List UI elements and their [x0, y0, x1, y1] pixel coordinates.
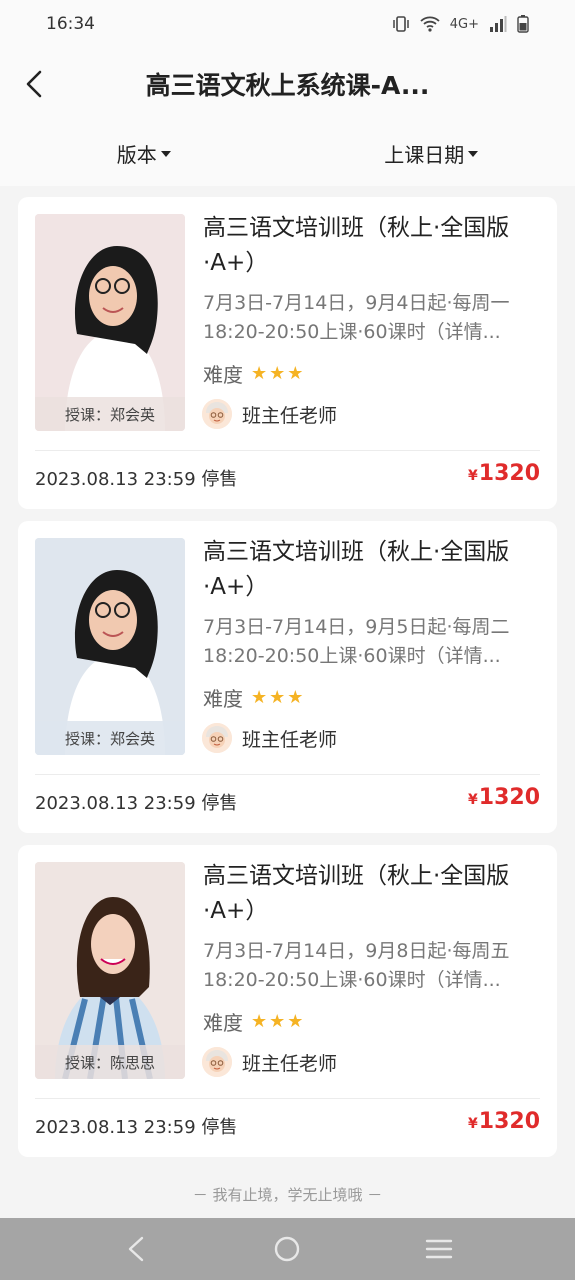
difficulty-label: 难度	[203, 1011, 243, 1035]
head-teacher-avatar	[202, 399, 232, 429]
difficulty-label: 难度	[203, 687, 243, 711]
star-icon: ★	[269, 686, 286, 708]
teacher-avatar-icon	[202, 1047, 232, 1077]
difficulty-stars: ★ ★ ★	[251, 362, 304, 384]
signal-icon	[490, 16, 507, 32]
teacher-avatar-icon	[202, 723, 232, 753]
price: ¥ 1320	[468, 461, 540, 486]
difficulty-stars: ★ ★ ★	[251, 1010, 304, 1032]
system-nav-bar	[0, 1218, 575, 1280]
star-icon: ★	[251, 1010, 268, 1032]
vibrate-icon	[393, 16, 409, 32]
system-back-button[interactable]	[106, 1224, 166, 1274]
head-teacher-label: 班主任老师	[242, 1052, 338, 1075]
status-icons: 4G+	[392, 15, 529, 33]
head-teacher: 班主任老师	[202, 723, 337, 753]
currency-symbol: ¥	[468, 1116, 478, 1132]
difficulty-stars: ★ ★ ★	[251, 686, 304, 708]
price-value: 1320	[478, 785, 540, 810]
battery-icon	[517, 15, 529, 33]
stop-sale-time: 2023.08.13 23:59 停售	[35, 793, 238, 814]
filter-bar: 版本 上课日期	[0, 120, 575, 186]
teacher-label: 授课：陈思思	[35, 1045, 185, 1079]
course-title: 高三语文培训班（秋上·全国版·A+）	[203, 863, 510, 924]
network-type: 4G+	[449, 16, 479, 32]
divider	[35, 1098, 540, 1099]
head-teacher-label: 班主任老师	[242, 728, 338, 751]
course-title: 高三语文培训班（秋上·全国版·A+）	[203, 539, 510, 600]
price-value: 1320	[478, 461, 540, 486]
system-home-button[interactable]	[257, 1224, 317, 1274]
nav-bar: 高三语文秋上系统课-A...	[0, 48, 575, 120]
wifi-icon	[420, 16, 440, 32]
stop-sale-time: 2023.08.13 23:59 停售	[35, 469, 238, 490]
teacher-label: 授课：郑会英	[35, 721, 185, 755]
course-card[interactable]: 授课：郑会英 高三语文培训班（秋上·全国版·A+） 7月3日-7月14日，9月4…	[18, 197, 557, 509]
star-icon: ★	[251, 686, 268, 708]
star-icon: ★	[269, 362, 286, 384]
course-schedule: 7月3日-7月14日，9月8日起·每周五18:20-20:50上课·60课时（详…	[203, 940, 510, 991]
filter-version[interactable]: 版本	[0, 120, 288, 186]
system-menu-button[interactable]	[409, 1224, 469, 1274]
teacher-label: 授课：郑会英	[35, 397, 185, 431]
divider	[35, 450, 540, 451]
course-schedule: 7月3日-7月14日，9月5日起·每周二18:20-20:50上课·60课时（详…	[203, 616, 510, 667]
caret-down-icon	[160, 151, 171, 157]
back-button[interactable]	[12, 62, 56, 106]
caret-down-icon	[468, 151, 479, 157]
filter-date-label: 上课日期	[384, 142, 465, 167]
difficulty: 难度 ★ ★ ★	[203, 683, 303, 712]
price: ¥ 1320	[468, 1109, 540, 1134]
teacher-photo: 授课：陈思思	[35, 862, 185, 1079]
teacher-avatar-icon	[202, 399, 232, 429]
home-circle-icon	[275, 1236, 300, 1262]
currency-symbol: ¥	[468, 468, 478, 484]
course-list: 授课：郑会英 高三语文培训班（秋上·全国版·A+） 7月3日-7月14日，9月4…	[18, 197, 557, 1169]
teacher-photo: 授课：郑会英	[35, 538, 185, 755]
difficulty-label: 难度	[203, 363, 243, 387]
currency-symbol: ¥	[468, 792, 478, 808]
head-teacher: 班主任老师	[202, 1047, 337, 1077]
filter-version-label: 版本	[116, 142, 157, 167]
status-time: 16:34	[46, 14, 95, 34]
divider	[35, 774, 540, 775]
filter-date[interactable]: 上课日期	[288, 120, 575, 186]
status-bar: 16:34 4G+	[0, 0, 575, 48]
price-value: 1320	[478, 1109, 540, 1134]
star-icon: ★	[269, 1010, 286, 1032]
stop-sale-time: 2023.08.13 23:59 停售	[35, 1117, 238, 1138]
difficulty: 难度 ★ ★ ★	[203, 359, 303, 388]
course-card[interactable]: 授课：陈思思 高三语文培训班（秋上·全国版·A+） 7月3日-7月14日，9月8…	[18, 845, 557, 1157]
chevron-left-icon	[26, 70, 42, 98]
menu-icon	[425, 1239, 453, 1259]
course-title: 高三语文培训班（秋上·全国版·A+）	[203, 215, 510, 276]
page-title: 高三语文秋上系统课-A...	[145, 71, 430, 100]
course-schedule: 7月3日-7月14日，9月4日起·每周一18:20-20:50上课·60课时（详…	[203, 292, 510, 343]
head-teacher-avatar	[202, 723, 232, 753]
star-icon: ★	[287, 362, 304, 384]
head-teacher-label: 班主任老师	[242, 404, 338, 427]
star-icon: ★	[287, 1010, 304, 1032]
teacher-photo: 授课：郑会英	[35, 214, 185, 431]
head-teacher: 班主任老师	[202, 399, 337, 429]
star-icon: ★	[287, 686, 304, 708]
head-teacher-avatar	[202, 1047, 232, 1077]
price: ¥ 1320	[468, 785, 540, 810]
star-icon: ★	[251, 362, 268, 384]
back-triangle-icon	[128, 1236, 144, 1262]
footer-slogan: － 我有止境，学无止境哦 －	[192, 1186, 383, 1204]
course-card[interactable]: 授课：郑会英 高三语文培训班（秋上·全国版·A+） 7月3日-7月14日，9月5…	[18, 521, 557, 833]
difficulty: 难度 ★ ★ ★	[203, 1007, 303, 1036]
